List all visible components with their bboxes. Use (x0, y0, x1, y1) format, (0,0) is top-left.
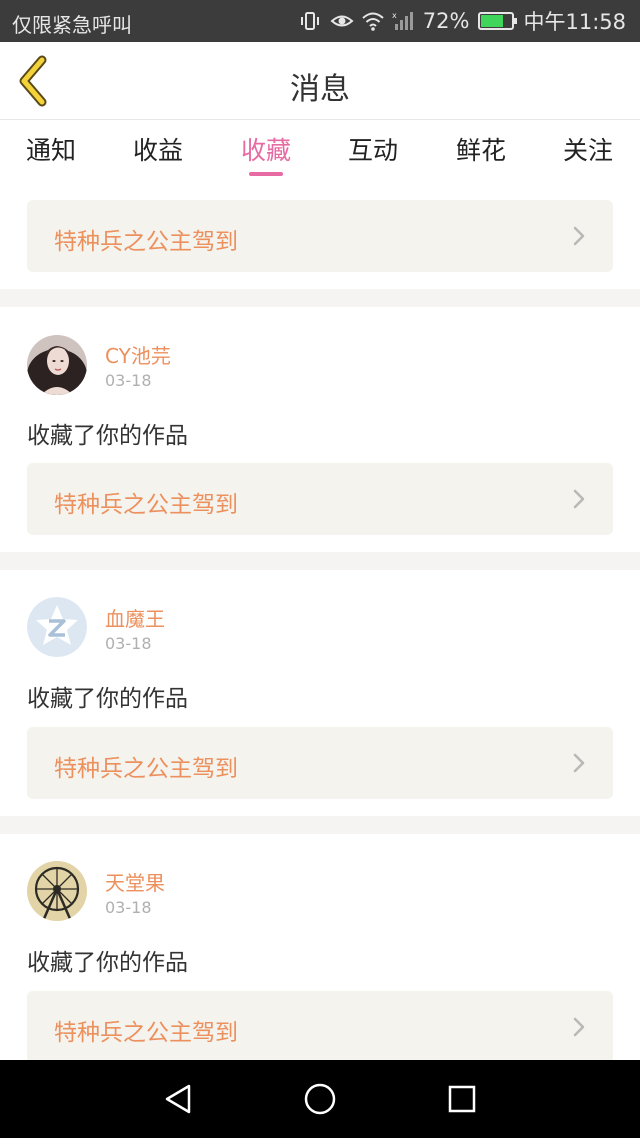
battery-icon (478, 12, 518, 30)
eye-icon (330, 10, 354, 32)
app-header: 消息 (0, 42, 640, 120)
status-icons: x 72% 中午11:58 (299, 7, 626, 35)
separator (0, 552, 640, 570)
system-nav-bar (0, 1060, 640, 1138)
wifi-icon (361, 10, 384, 32)
active-tab-indicator (249, 172, 283, 176)
avatar[interactable] (27, 861, 87, 921)
tab-earnings[interactable]: 收益 (108, 131, 208, 167)
username[interactable]: 天堂果 (105, 867, 165, 896)
avatar[interactable] (27, 597, 87, 657)
tab-notifications[interactable]: 通知 (1, 131, 101, 167)
chevron-right-icon (571, 1017, 587, 1037)
work-card[interactable]: 特种兵之公主驾到 (27, 463, 613, 535)
timestamp: 03-18 (105, 634, 152, 653)
tab-following[interactable]: 关注 (538, 131, 638, 167)
work-card[interactable]: 特种兵之公主驾到 (27, 200, 613, 272)
work-title: 特种兵之公主驾到 (54, 229, 238, 255)
svg-text:x: x (392, 11, 397, 20)
status-bar: 仅限紧急呼叫 x 72% 中午11:58 (0, 0, 640, 42)
timestamp: 03-18 (105, 371, 152, 390)
recents-square-icon[interactable] (443, 1080, 481, 1118)
separator (0, 816, 640, 834)
action-text: 收藏了你的作品 (27, 686, 188, 712)
action-text: 收藏了你的作品 (27, 950, 188, 976)
back-triangle-icon[interactable] (159, 1080, 197, 1118)
work-title: 特种兵之公主驾到 (54, 1020, 238, 1046)
separator (0, 289, 640, 307)
battery-percent: 72% (422, 9, 470, 33)
tab-interactions[interactable]: 互动 (323, 131, 423, 167)
carrier-text: 仅限紧急呼叫 (12, 13, 132, 37)
home-circle-icon[interactable] (301, 1080, 339, 1118)
clock: 中午11:58 (523, 10, 626, 34)
username[interactable]: 血魔王 (105, 603, 165, 632)
tab-bar: 通知 收益 收藏 互动 鲜花 关注 (0, 121, 640, 183)
action-text: 收藏了你的作品 (27, 423, 188, 449)
avatar[interactable] (27, 335, 87, 395)
message-feed[interactable]: 特种兵之公主驾到 CY池芫 03-18 收藏了你的作品 特种兵之公主驾到 血魔王… (0, 183, 640, 1060)
chevron-right-icon (571, 753, 587, 773)
work-title: 特种兵之公主驾到 (54, 492, 238, 518)
username[interactable]: CY池芫 (105, 340, 171, 369)
timestamp: 03-18 (105, 898, 152, 917)
tab-flowers[interactable]: 鲜花 (431, 131, 531, 167)
vibrate-icon (299, 10, 321, 32)
battery-fill (481, 15, 504, 27)
signal-icon: x (392, 10, 414, 32)
work-title: 特种兵之公主驾到 (54, 756, 238, 782)
chevron-right-icon (571, 489, 587, 509)
page-title: 消息 (290, 72, 350, 107)
work-card[interactable]: 特种兵之公主驾到 (27, 991, 613, 1060)
chevron-right-icon (571, 226, 587, 246)
tab-favorites[interactable]: 收藏 (216, 131, 316, 167)
work-card[interactable]: 特种兵之公主驾到 (27, 727, 613, 799)
